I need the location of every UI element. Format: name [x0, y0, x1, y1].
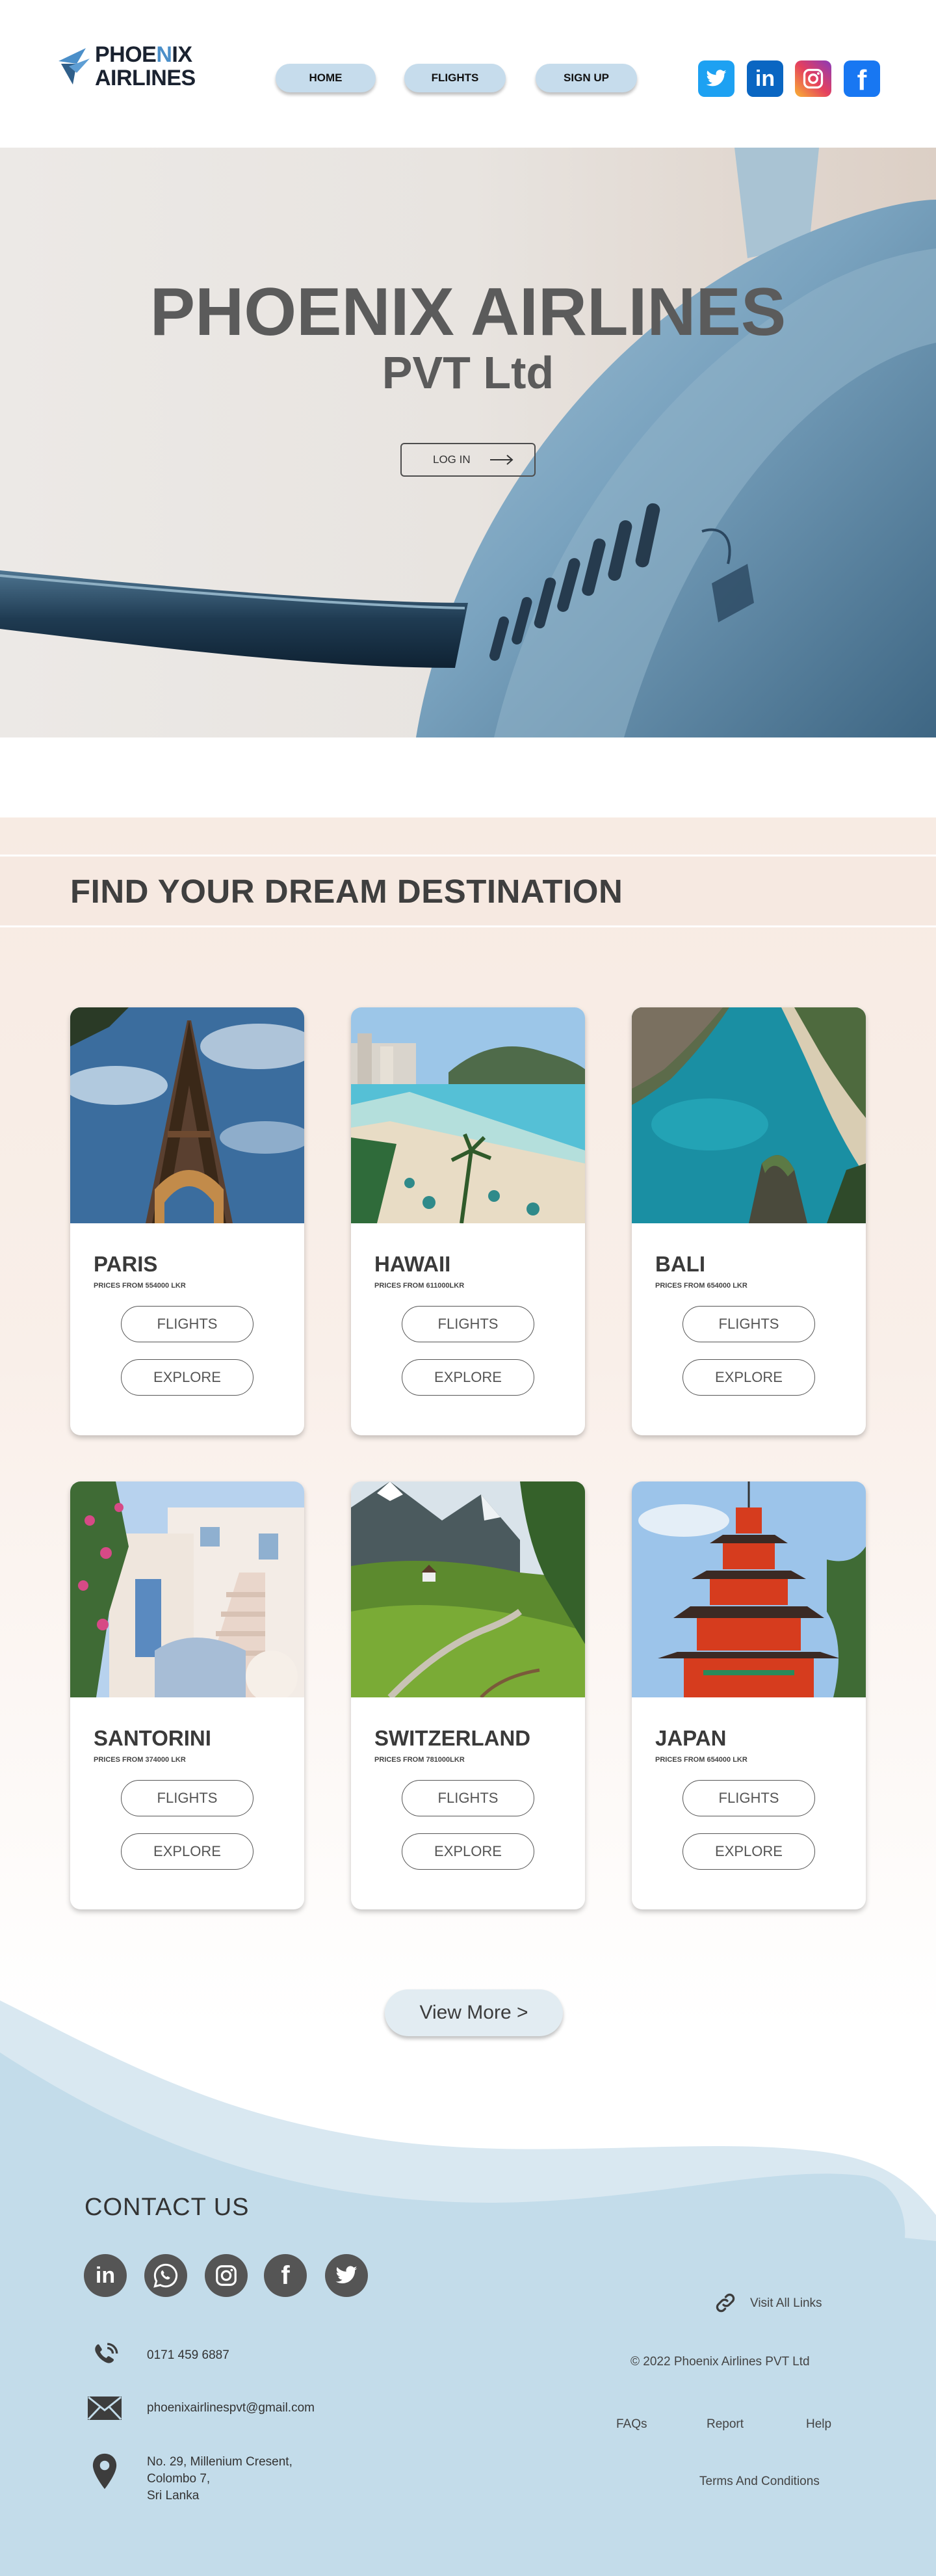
footer-wave: [0, 2000, 936, 2576]
flights-button[interactable]: FLIGHTS: [121, 1306, 254, 1342]
contact-address: No. 29, Millenium Cresent, Colombo 7, Sr…: [147, 2454, 292, 2504]
email-icon: [87, 2396, 122, 2421]
flights-button[interactable]: FLIGHTS: [402, 1306, 534, 1342]
card-price: PRICES FROM 611000LKR: [374, 1282, 465, 1290]
facebook-icon[interactable]: f: [264, 2254, 307, 2297]
login-button[interactable]: LOG IN: [400, 443, 536, 477]
copyright-text: © 2022 Phoenix Airlines PVT Ltd: [630, 2355, 810, 2369]
address-line: Colombo 7,: [147, 2472, 211, 2486]
nav-signup-button[interactable]: SIGN UP: [536, 64, 637, 92]
phoenix-bird-icon: [58, 48, 90, 85]
explore-button[interactable]: EXPLORE: [121, 1359, 254, 1396]
destinations-heading: FIND YOUR DREAM DESTINATION: [70, 873, 623, 910]
nav-flights-button[interactable]: FLIGHTS: [404, 64, 506, 92]
linkedin-icon[interactable]: in: [84, 2254, 127, 2297]
card-price: PRICES FROM 554000 LKR: [94, 1282, 186, 1290]
card-price: PRICES FROM 781000LKR: [374, 1756, 465, 1764]
logo-text-bottom: AIRLINES: [95, 66, 196, 90]
destination-card-paris: PARIS PRICES FROM 554000 LKR FLIGHTS EXP…: [70, 1007, 304, 1435]
card-title: PARIS: [94, 1252, 158, 1276]
explore-button[interactable]: EXPLORE: [121, 1833, 254, 1870]
flights-button[interactable]: FLIGHTS: [682, 1306, 815, 1342]
link-icon[interactable]: [712, 2290, 738, 2316]
twitter-icon[interactable]: [698, 60, 734, 97]
card-title: BALI: [655, 1252, 705, 1276]
santorini-image: [70, 1481, 304, 1697]
destination-card-hawaii: HAWAII PRICES FROM 611000LKR FLIGHTS EXP…: [351, 1007, 585, 1435]
footer-link-report[interactable]: Report: [707, 2417, 744, 2432]
japan-image: [632, 1481, 866, 1697]
hero-title: PHOENIX AIRLINES: [150, 274, 786, 350]
explore-button[interactable]: EXPLORE: [682, 1359, 815, 1396]
destination-card-japan: JAPAN PRICES FROM 654000 LKR FLIGHTS EXP…: [632, 1481, 866, 1909]
paris-image: [70, 1007, 304, 1223]
footer-link-faqs[interactable]: FAQs: [616, 2417, 647, 2432]
visit-all-links[interactable]: Visit All Links: [750, 2296, 822, 2311]
card-title: JAPAN: [655, 1726, 727, 1750]
card-price: PRICES FROM 654000 LKR: [655, 1282, 748, 1290]
instagram-icon[interactable]: [205, 2254, 248, 2297]
linkedin-icon[interactable]: in: [747, 60, 783, 97]
phone-icon: [87, 2340, 122, 2372]
facebook-icon[interactable]: f: [844, 60, 880, 97]
bali-image: [632, 1007, 866, 1223]
switzerland-image: [351, 1481, 585, 1697]
destination-card-switzerland: SWITZERLAND PRICES FROM 781000LKR FLIGHT…: [351, 1481, 585, 1909]
address-line: Sri Lanka: [147, 2489, 200, 2503]
login-label: LOG IN: [433, 453, 471, 466]
view-more-button[interactable]: View More >: [385, 1989, 563, 2036]
logo-text-top-rest: IX: [172, 42, 192, 67]
footer-link-help[interactable]: Help: [806, 2417, 831, 2432]
contact-email[interactable]: phoenixairlinespvt@gmail.com: [147, 2400, 315, 2417]
card-title: SANTORINI: [94, 1726, 211, 1750]
flights-button[interactable]: FLIGHTS: [121, 1780, 254, 1816]
flights-button[interactable]: FLIGHTS: [402, 1780, 534, 1816]
explore-button[interactable]: EXPLORE: [402, 1359, 534, 1396]
destination-card-santorini: SANTORINI PRICES FROM 374000 LKR FLIGHTS…: [70, 1481, 304, 1909]
brand-logo[interactable]: PHOENIX AIRLINES: [57, 43, 196, 90]
twitter-icon[interactable]: [325, 2254, 368, 2297]
hawaii-image: [351, 1007, 585, 1223]
explore-button[interactable]: EXPLORE: [682, 1833, 815, 1870]
whatsapp-icon[interactable]: [144, 2254, 187, 2297]
card-title: HAWAII: [374, 1252, 451, 1276]
arrow-right-icon: [489, 455, 514, 465]
footer-link-terms[interactable]: Terms And Conditions: [699, 2475, 820, 2489]
address-line: No. 29, Millenium Cresent,: [147, 2455, 292, 2469]
location-pin-icon: [87, 2452, 122, 2490]
nav-home-button[interactable]: HOME: [276, 64, 376, 92]
destination-card-bali: BALI PRICES FROM 654000 LKR FLIGHTS EXPL…: [632, 1007, 866, 1435]
logo-text-accent: N: [156, 42, 172, 67]
instagram-icon[interactable]: [795, 60, 831, 97]
card-price: PRICES FROM 654000 LKR: [655, 1756, 748, 1764]
contact-phone[interactable]: 0171 459 6887: [147, 2347, 229, 2364]
contact-title: CONTACT US: [84, 2194, 250, 2221]
logo-text-top: PHOE: [95, 42, 157, 67]
flights-button[interactable]: FLIGHTS: [682, 1780, 815, 1816]
card-title: SWITZERLAND: [374, 1726, 531, 1750]
card-price: PRICES FROM 374000 LKR: [94, 1756, 186, 1764]
explore-button[interactable]: EXPLORE: [402, 1833, 534, 1870]
hero-subtitle: PVT Ltd: [382, 347, 554, 398]
